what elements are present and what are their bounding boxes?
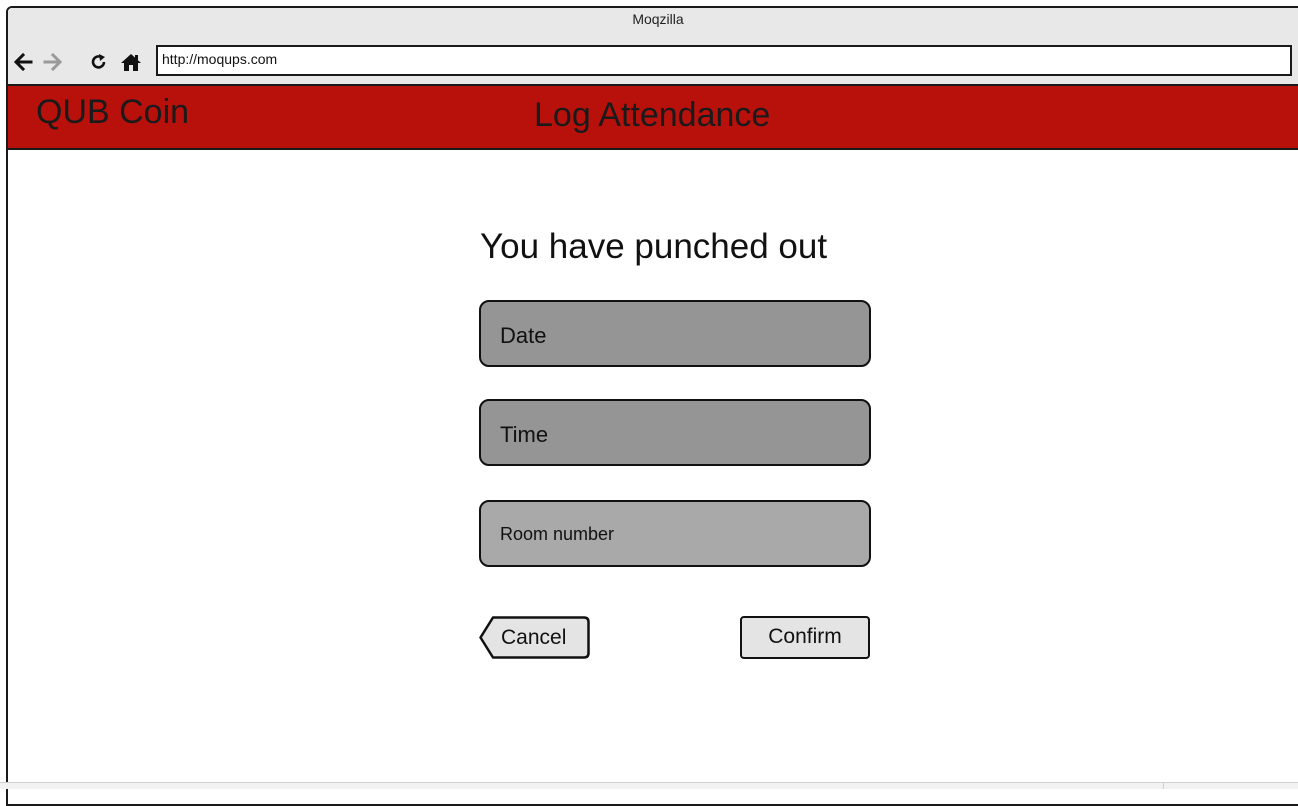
back-arrow-icon[interactable] [12, 51, 34, 73]
horizontal-scrollbar[interactable] [0, 782, 1298, 789]
url-text: http://moqups.com [162, 51, 278, 67]
brand-title[interactable]: QUB Coin [36, 93, 189, 132]
address-bar[interactable]: http://moqups.com [156, 45, 1292, 76]
time-field-label: Time [500, 422, 549, 447]
cancel-button-label: Cancel [501, 626, 567, 649]
page-title: Log Attendance [534, 96, 771, 134]
cancel-button[interactable]: Cancel [479, 616, 590, 659]
room-number-placeholder: Room number [500, 524, 615, 544]
scrollbar-divider [1163, 783, 1164, 789]
date-field-label: Date [500, 323, 547, 348]
confirm-button[interactable]: Confirm [740, 616, 870, 659]
window-title: Moqzilla [632, 11, 684, 27]
app-header: QUB Coin Log Attendance [8, 84, 1298, 150]
browser-window: Moqzilla http://moqups.com QUB Coin Log … [6, 6, 1298, 806]
time-field[interactable]: Time [479, 399, 871, 466]
forward-arrow-icon[interactable] [42, 51, 64, 73]
browser-titlebar: Moqzilla http://moqups.com [8, 8, 1298, 86]
status-heading: You have punched out [480, 227, 828, 266]
date-field[interactable]: Date [479, 300, 871, 367]
reload-icon[interactable] [88, 51, 110, 73]
room-number-field[interactable]: Room number [479, 500, 871, 567]
home-icon[interactable] [120, 51, 142, 73]
